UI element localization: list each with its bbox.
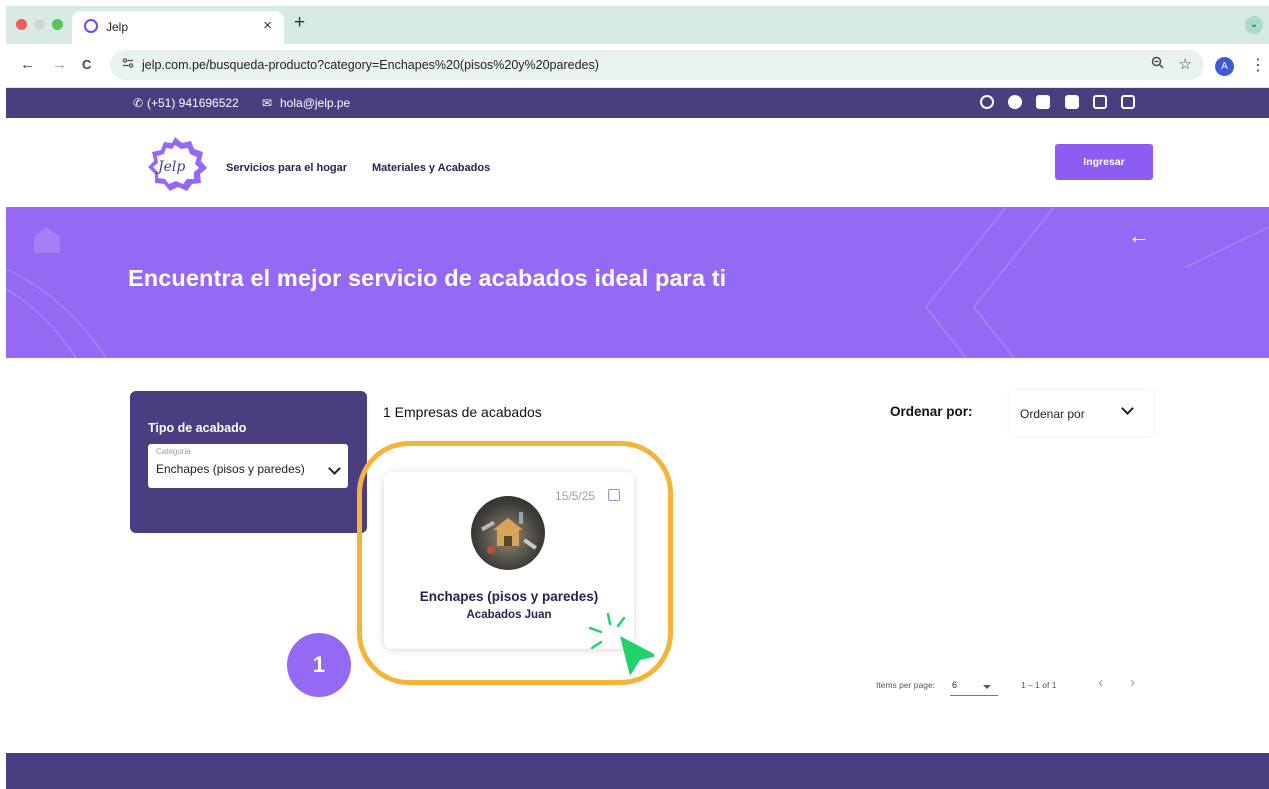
tab-title: Jelp [106,20,129,34]
site-settings-icon[interactable] [122,57,134,72]
profile-avatar[interactable]: A [1215,57,1234,76]
jelp-favicon-icon [84,19,98,33]
cursor-click-icon [588,612,654,676]
site-header: Jelp Servicios para el hogar Materiales … [6,118,1269,207]
results-count: 1 Empresas de acabados [383,404,542,420]
hero-title: Encuentra el mejor servicio de acabados … [128,265,727,291]
tiktok-icon[interactable] [1121,95,1135,109]
page-range: 1 – 1 of 1 [1021,680,1057,690]
forward-arrow-icon[interactable]: → [52,56,67,73]
sort-select[interactable]: Ordenar por [1010,390,1153,436]
email-icon: ✉ [262,96,273,110]
sort-label: Ordenar por: [890,404,973,419]
bookmark-star-icon[interactable]: ☆ [1179,55,1192,73]
instagram-icon[interactable] [1093,95,1107,109]
logo-text: Jelp [158,159,186,175]
browser-tab-jelp[interactable]: Jelp × [72,11,284,44]
previous-page-icon[interactable]: ‹ [1098,674,1103,691]
items-per-page-label: Items per page: [876,680,936,690]
url-text: jelp.com.pe/busqueda-producto?category=E… [142,58,599,72]
maximize-window-button[interactable] [52,19,63,30]
items-per-page-value: 6 [952,680,958,690]
category-select-value: Enchapes (pisos y paredes) [156,462,305,476]
zoom-icon[interactable] [1151,56,1164,72]
new-tab-button[interactable]: + [294,12,305,34]
nav-servicios-hogar[interactable]: Servicios para el hogar [226,162,347,174]
email-address[interactable]: hola@jelp.pe [280,96,350,110]
items-per-page-select[interactable]: 6 [950,678,998,696]
x-twitter-icon[interactable] [1065,95,1079,109]
facebook-icon[interactable] [1008,95,1022,109]
filter-title: Tipo de acabado [148,421,247,435]
browser-menu-icon[interactable]: ⋮ [1250,55,1266,75]
chevron-down-icon [328,462,341,475]
site-footer [6,753,1269,789]
back-arrow-icon[interactable]: ← [1128,223,1150,249]
caret-down-icon [983,685,991,689]
site-contact-bar: ✆ (+51) 941696522 ✉ hola@jelp.pe [6,88,1269,118]
back-arrow-icon[interactable]: ← [20,56,35,73]
filter-panel: Tipo de acabado Categoria Enchapes (piso… [130,391,367,533]
category-select-label: Categoria [156,447,191,456]
reload-icon[interactable]: C [82,57,91,72]
step-badge: 1 [287,633,351,697]
phone-number[interactable]: (+51) 941696522 [147,96,239,110]
close-window-button[interactable] [16,19,27,30]
category-select[interactable]: Categoria Enchapes (pisos y paredes) [148,444,348,488]
linkedin-icon[interactable] [1036,95,1050,109]
hero-banner: Encuentra el mejor servicio de acabados … [6,207,1269,358]
minimize-window-button[interactable] [34,19,45,30]
address-bar[interactable]: jelp.com.pe/busqueda-producto?category=E… [110,50,1204,80]
whatsapp-icon[interactable] [980,95,994,109]
tab-strip: Jelp × + ⌄ [6,6,1269,44]
browser-window: Jelp × + ⌄ ← → C jelp.com.pe/busqueda-pr… [6,6,1269,789]
chevron-down-icon [1121,402,1134,415]
tab-close-icon[interactable]: × [263,17,272,34]
login-button[interactable]: Ingresar [1055,144,1153,180]
browser-toolbar: ← → C jelp.com.pe/busqueda-producto?cate… [6,44,1269,88]
sort-select-value: Ordenar por [1020,407,1085,421]
nav-materiales-acabados[interactable]: Materiales y Acabados [372,162,490,174]
next-page-icon[interactable]: › [1130,674,1135,691]
phone-icon: ✆ [133,96,144,110]
tab-search-button[interactable]: ⌄ [1245,16,1263,34]
screenshot-frame: Jelp × + ⌄ ← → C jelp.com.pe/busqueda-pr… [0,0,1269,789]
